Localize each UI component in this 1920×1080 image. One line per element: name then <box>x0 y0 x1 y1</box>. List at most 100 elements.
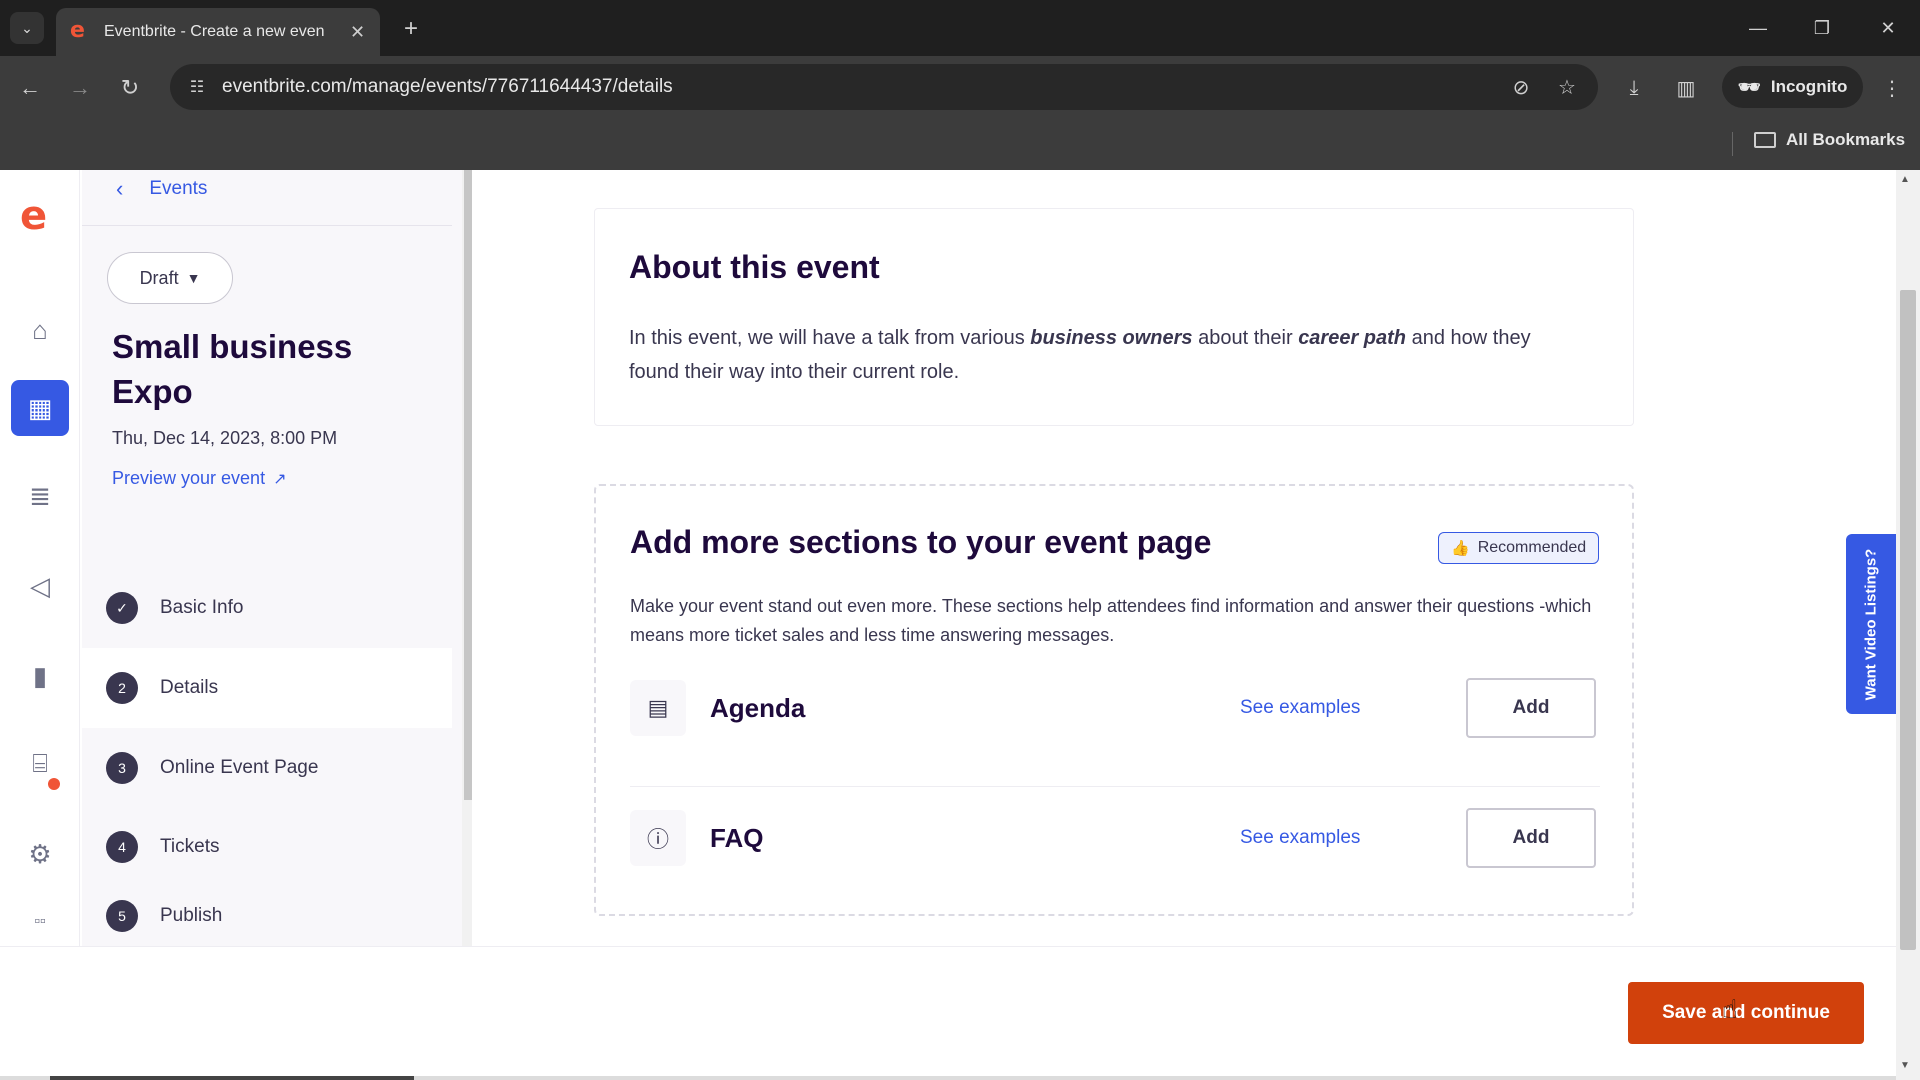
main-content: About this event In this event, we will … <box>482 170 1882 1080</box>
about-text-part: In this event, we will have a talk from … <box>629 327 1031 349</box>
footer-divider <box>0 946 1896 947</box>
side-panel-icon[interactable]: ▥ <box>1670 72 1702 104</box>
eventbrite-logo[interactable]: e <box>20 196 60 238</box>
download-icon[interactable]: ⤓ <box>1618 72 1650 104</box>
eventbrite-favicon-icon: e <box>70 18 85 43</box>
address-bar[interactable]: ☷ eventbrite.com/manage/events/776711644… <box>170 64 1598 110</box>
thumbs-up-icon: 👍 <box>1451 540 1470 557</box>
all-bookmarks-label: All Bookmarks <box>1786 130 1906 149</box>
scroll-down-icon[interactable]: ▼ <box>1900 1060 1910 1071</box>
agenda-row: ▤ Agenda See examples Add <box>630 668 1600 748</box>
home-icon[interactable]: ⌂ <box>11 302 69 358</box>
about-bold-part: career path <box>1298 327 1407 349</box>
restore-icon[interactable]: ❐ <box>1804 12 1840 44</box>
badge-label: Recommended <box>1477 539 1587 556</box>
incognito-indicator[interactable]: 🕶 Incognito <box>1722 66 1864 108</box>
megaphone-icon[interactable]: ◁ <box>11 558 69 614</box>
bookmarks-bar: All Bookmarks <box>0 118 1920 170</box>
forward-icon[interactable]: → <box>64 72 96 104</box>
browser-tab[interactable]: e Eventbrite - Create a new even ✕ <box>56 8 380 56</box>
horizontal-scrollbar-thumb[interactable] <box>50 1076 414 1080</box>
all-bookmarks-button[interactable]: All Bookmarks <box>1754 130 1905 150</box>
incognito-label: Incognito <box>1770 77 1848 96</box>
back-to-events-link[interactable]: ‹ Events <box>116 176 207 202</box>
reload-icon[interactable]: ↻ <box>114 72 146 104</box>
close-tab-icon[interactable]: ✕ <box>350 22 365 43</box>
orders-icon[interactable]: ≣ <box>11 468 69 524</box>
close-window-icon[interactable]: ✕ <box>1870 12 1906 44</box>
url-text[interactable]: eventbrite.com/manage/events/77671164443… <box>222 76 673 98</box>
star-icon[interactable]: ☆ <box>1552 72 1582 102</box>
hand-cursor-icon: ☝ <box>1722 994 1738 1024</box>
step-online-event-page[interactable]: 3 Online Event Page <box>82 728 452 808</box>
event-date: Thu, Dec 14, 2023, 8:00 PM <box>112 428 338 448</box>
tab-search-button[interactable]: ⌄ <box>10 12 44 44</box>
step-label: Online Event Page <box>160 757 319 778</box>
recommended-badge: 👍 Recommended <box>1438 532 1600 564</box>
notification-dot <box>48 778 60 790</box>
step-number: 3 <box>106 752 138 784</box>
chevron-down-icon: ⌄ <box>21 19 33 36</box>
faq-see-examples-link[interactable]: See examples <box>1240 827 1360 849</box>
folder-icon <box>1754 132 1776 148</box>
event-sidebar: ‹ Events Draft ▼ Small business Expo Thu… <box>82 170 472 946</box>
about-text-part: about their <box>1192 327 1299 349</box>
faq-row: ⓘ FAQ See examples Add <box>630 798 1600 878</box>
status-dropdown[interactable]: Draft ▼ <box>107 252 233 304</box>
step-number: 5 <box>106 900 138 932</box>
step-label: Basic Info <box>160 597 244 618</box>
section-divider <box>630 786 1600 787</box>
step-tickets[interactable]: 4 Tickets <box>82 807 452 887</box>
preview-label: Preview your event <box>112 468 266 488</box>
about-bold-part: business owners <box>1030 327 1193 349</box>
chevron-left-icon: ‹ <box>116 176 124 201</box>
about-section: About this event In this event, we will … <box>594 208 1634 426</box>
browser-tabstrip: ⌄ e Eventbrite - Create a new even ✕ + —… <box>0 0 1920 56</box>
save-and-continue-button[interactable]: Save and continue <box>1628 982 1864 1044</box>
site-info-icon[interactable]: ☷ <box>182 72 212 102</box>
step-number: 2 <box>106 672 138 704</box>
video-listings-tab[interactable]: Want Video Listings? <box>1846 534 1896 714</box>
add-sections-heading: Add more sections to your event page <box>630 524 1212 560</box>
menu-dots-icon[interactable]: ⋮ <box>1876 72 1908 104</box>
back-label: Events <box>149 178 208 199</box>
agenda-see-examples-link[interactable]: See examples <box>1240 697 1360 719</box>
minimize-icon[interactable]: — <box>1740 12 1776 44</box>
about-text[interactable]: In this event, we will have a talk from … <box>629 321 1579 389</box>
faq-icon: ⓘ <box>630 810 686 866</box>
browser-toolbar: ← → ↻ ☷ eventbrite.com/manage/events/776… <box>0 56 1920 118</box>
step-basic-info[interactable]: ✓ Basic Info <box>82 568 452 648</box>
tab-title: Eventbrite - Create a new even <box>104 23 325 40</box>
chevron-down-icon: ▼ <box>186 270 201 286</box>
sidebar-divider <box>82 225 452 226</box>
step-label: Details <box>160 677 219 698</box>
bookmarks-divider <box>1732 132 1733 156</box>
step-publish[interactable]: 5 Publish <box>82 886 452 946</box>
agenda-add-button[interactable]: Add <box>1466 678 1596 738</box>
sidebar-scrollbar-thumb[interactable] <box>464 170 472 800</box>
step-label: Publish <box>160 905 223 926</box>
chart-icon[interactable]: ▮ <box>11 648 69 704</box>
faq-title: FAQ <box>710 822 764 853</box>
gear-icon[interactable]: ⚙ <box>11 826 69 882</box>
back-icon[interactable]: ← <box>14 72 46 104</box>
step-label: Tickets <box>160 836 220 857</box>
preview-event-link[interactable]: Preview your event ↗ <box>112 468 286 489</box>
about-heading: About this event <box>629 249 880 285</box>
agenda-icon: ▤ <box>630 680 686 736</box>
faq-add-button[interactable]: Add <box>1466 808 1596 868</box>
main-scrollbar-thumb[interactable] <box>1900 290 1916 950</box>
bank-icon[interactable]: ⌸ <box>11 736 69 792</box>
event-title: Small business Expo <box>112 328 353 410</box>
step-details[interactable]: 2 Details <box>82 648 452 728</box>
add-sections-card: Add more sections to your event page 👍 R… <box>594 484 1634 916</box>
apps-icon[interactable]: ▫▫ <box>11 894 69 950</box>
scroll-up-icon[interactable]: ▲ <box>1900 174 1910 185</box>
check-icon: ✓ <box>106 592 138 624</box>
eye-off-icon[interactable]: ⊘ <box>1506 72 1536 102</box>
calendar-icon[interactable]: ▦ <box>11 380 69 436</box>
add-sections-description: Make your event stand out even more. The… <box>630 596 1592 645</box>
status-label: Draft <box>139 267 179 288</box>
new-tab-button[interactable]: + <box>396 14 426 44</box>
agenda-title: Agenda <box>710 692 806 723</box>
